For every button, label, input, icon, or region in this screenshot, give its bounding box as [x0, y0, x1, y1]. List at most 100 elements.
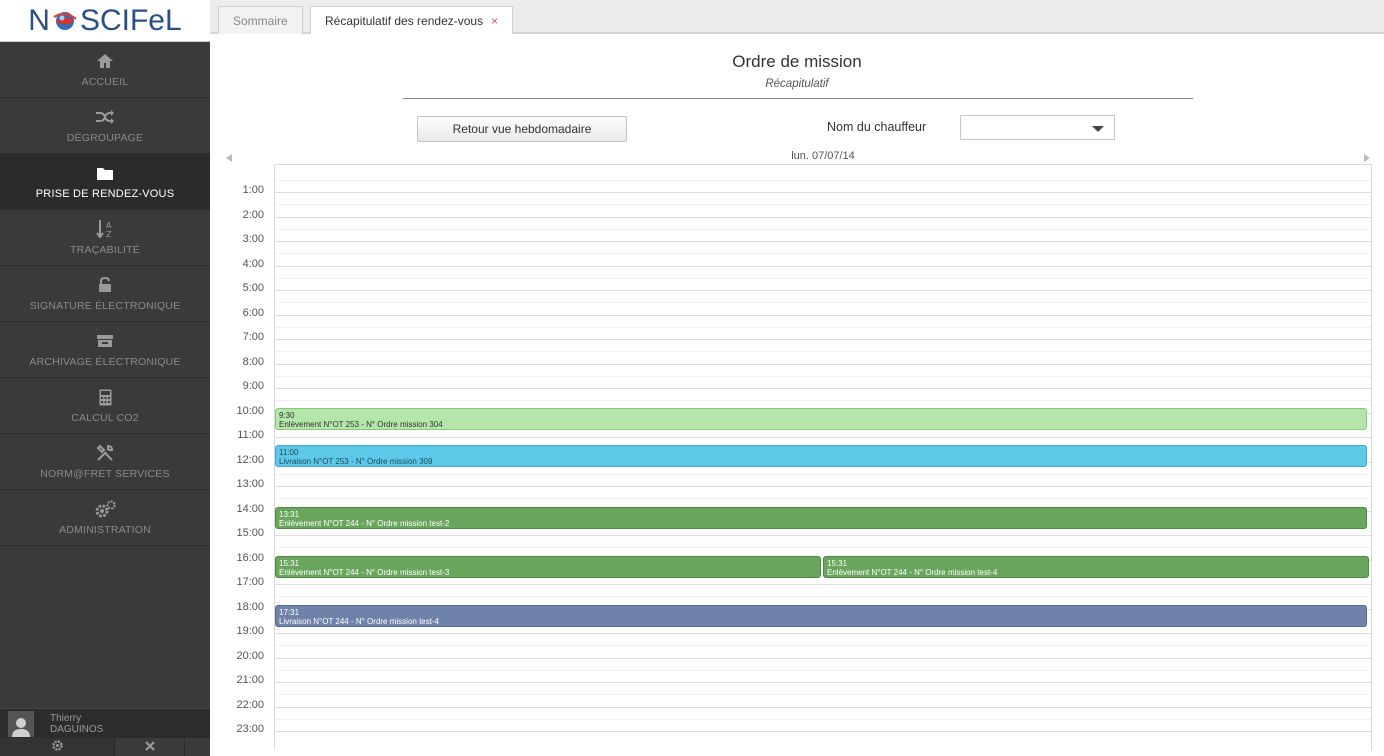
sidebar-item-label: NORM@FRET SERVICES: [40, 468, 170, 480]
hour-line: [275, 706, 1371, 708]
user-avatar-icon: [8, 710, 34, 737]
gear-icon: [51, 739, 64, 755]
hour-label: 1:00: [242, 184, 264, 196]
sidebar-item-accueil[interactable]: ACCUEIL: [0, 42, 210, 98]
hour-label: 4:00: [242, 257, 264, 270]
hour-line: [275, 339, 1371, 340]
sidebar-item-normfret-services[interactable]: NORM@FRET SERVICES: [0, 434, 210, 490]
half-hour-line: [275, 473, 1371, 475]
sidebar-item-tracabilite[interactable]: AZ TRAÇABILITÉ: [0, 210, 210, 266]
hour-label: 14:00: [236, 502, 264, 515]
calendar-event[interactable]: 15:31 Enlèvement N°OT 244 - N° Ordre miss…: [275, 555, 821, 578]
event-title: Enlèvement N°OT 244 - N° Ordre mission t…: [827, 567, 998, 577]
half-hour-line: [275, 400, 1371, 402]
hour-label: 11:00: [237, 429, 264, 441]
user-last-name: DAGUINOS: [50, 723, 104, 735]
calendar-event[interactable]: 17:31 Livraison N°OT 244 - N° Ordre missi…: [275, 604, 1367, 627]
sidebar-item-signature-electronique[interactable]: SIGNATURE ÉLECTRONIQUE: [0, 266, 210, 322]
hour-line: [275, 633, 1371, 634]
sidebar-item-label: TRAÇABILITÉ: [70, 244, 140, 256]
sidebar: N SCIFeL ACCUEIL DÉGROUPAGE PRISE DE REN…: [0, 0, 210, 756]
calendar-event[interactable]: 11:00 Livraison N°OT 253 - N° Ordre missi…: [275, 445, 1367, 467]
home-icon: [96, 51, 114, 71]
sidebar-item-administration[interactable]: ADMINISTRATION: [0, 490, 210, 546]
event-time: 17:31: [279, 607, 300, 617]
hour-label: 10:00: [236, 404, 264, 417]
driver-select[interactable]: [960, 115, 1115, 140]
hour-label: 21:00: [236, 674, 264, 686]
calendar-event[interactable]: 9:30 Enlèvement N°OT 253 - N° Ordre missi…: [275, 408, 1367, 431]
calendar-event[interactable]: 13:31 Enlèvement N°OT 244 - N° Ordre miss…: [275, 506, 1367, 529]
tab-sommaire[interactable]: Sommaire: [218, 6, 303, 34]
hour-label: 15:00: [236, 527, 264, 539]
sidebar-item-archivage-electronique[interactable]: ARCHIVAGE ÉLECTRONIQUE: [0, 322, 210, 378]
logout-button[interactable]: [115, 738, 185, 756]
half-hour-line: [275, 351, 1371, 353]
hour-line: [275, 682, 1371, 683]
hour-line: [275, 241, 1371, 242]
page-title: Ordre de mission: [732, 52, 862, 71]
sidebar-item-label: ACCUEIL: [81, 76, 129, 88]
half-hour-line: [275, 204, 1371, 206]
hour-line: [275, 535, 1371, 536]
user-panel[interactable]: Thierry DAGUINOS: [0, 708, 210, 738]
tab-label: Sommaire: [233, 13, 288, 28]
half-hour-line: [275, 253, 1371, 255]
globe-logo-icon: [53, 11, 77, 30]
event-title: Enlèvement N°OT 253 - N° Ordre mission 3…: [279, 420, 443, 430]
tab-recapitulatif-rendez-vous[interactable]: Récapitulatif des rendez-vous ×: [310, 6, 514, 34]
event-time: 15:31: [827, 558, 848, 568]
event-time: 15:31: [279, 558, 300, 568]
hour-line: [275, 216, 1371, 218]
event-title: Enlèvement N°OT 244 - N° Ordre mission t…: [279, 518, 450, 528]
user-name: Thierry DAGUINOS: [50, 713, 103, 735]
sidebar-item-label: DÉGROUPAGE: [66, 132, 144, 144]
shuffle-icon: [95, 107, 115, 127]
logo-text: SCIFeL: [79, 3, 182, 37]
app-logo[interactable]: N SCIFeL: [0, 0, 210, 42]
gears-icon: [94, 499, 116, 519]
hour-label: 12:00: [236, 453, 264, 466]
half-hour-line: [275, 498, 1371, 500]
logo-letter: N: [28, 3, 50, 37]
tab-bar: Sommaire Récapitulatif des rendez-vous ×: [210, 0, 1384, 34]
hour-label: 13:00: [236, 478, 264, 490]
tab-label: Récapitulatif des rendez-vous: [325, 13, 484, 28]
tab-close-icon[interactable]: ×: [491, 14, 498, 28]
hour-label: 9:00: [242, 380, 264, 392]
hour-line: [275, 657, 1371, 659]
hour-label: 6:00: [242, 306, 264, 319]
main-content: Ordre de mission Récapitulatif Retour vu…: [210, 36, 1384, 756]
folder-icon: [96, 163, 114, 183]
event-title: Livraison N°OT 244 - N° Ordre mission te…: [279, 616, 440, 626]
sidebar-item-prise-de-rendez-vous[interactable]: PRISE DE RENDEZ-VOUS: [0, 154, 210, 210]
chevron-down-icon: [1092, 126, 1104, 132]
next-day-arrow-icon[interactable]: [1364, 154, 1370, 162]
hour-label: 20:00: [236, 649, 264, 662]
hour-label: 5:00: [242, 282, 264, 294]
half-hour-line: [275, 228, 1371, 230]
sidebar-item-calcul-co2[interactable]: CALCUL CO2: [0, 378, 210, 434]
sidebar-item-degroupage[interactable]: DÉGROUPAGE: [0, 98, 210, 154]
hour-label: 7:00: [242, 331, 264, 343]
event-time: 9:30: [279, 411, 295, 421]
half-hour-line: [275, 645, 1371, 647]
half-hour-line: [275, 547, 1371, 549]
event-time: 13:31: [279, 509, 300, 519]
half-hour-line: [275, 718, 1371, 720]
svg-text:A: A: [106, 221, 112, 230]
settings-button[interactable]: [0, 738, 115, 756]
hour-line: [275, 486, 1371, 487]
half-hour-line: [275, 277, 1371, 279]
hour-label: 2:00: [242, 208, 264, 221]
driver-label: Nom du chauffeur: [827, 120, 927, 134]
half-hour-line: [275, 375, 1371, 377]
tools-icon: [96, 443, 114, 463]
calculator-icon: [99, 387, 112, 407]
back-to-weekly-button[interactable]: Retour vue hebdomadaire: [417, 116, 627, 142]
hour-label: 17:00: [236, 576, 264, 588]
calendar-event[interactable]: 15:31 Enlèvement N°OT 244 - N° Ordre miss…: [823, 555, 1369, 578]
prev-day-arrow-icon[interactable]: [226, 154, 232, 162]
hour-line: [275, 731, 1371, 732]
calendar-grid[interactable]: 9:30 Enlèvement N°OT 253 - N° Ordre missi…: [274, 164, 1372, 750]
